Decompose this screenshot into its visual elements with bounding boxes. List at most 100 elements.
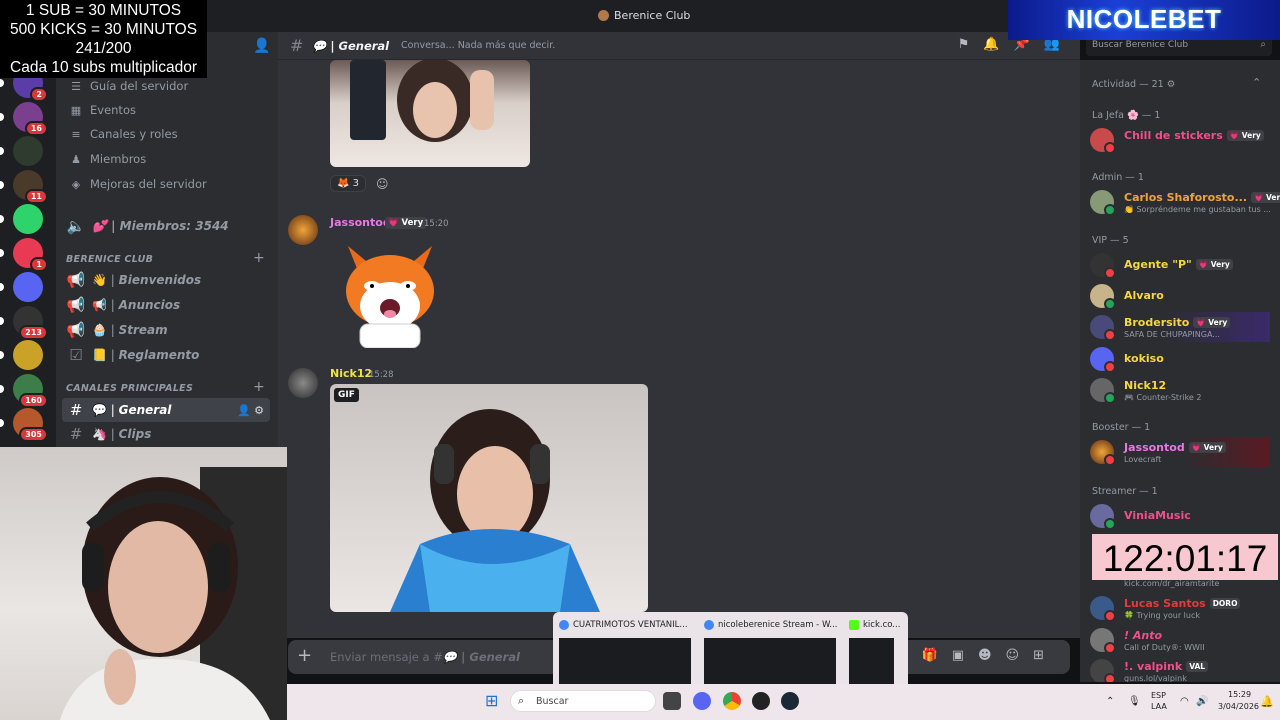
nav-label: Miembros xyxy=(90,152,147,166)
unread-pill xyxy=(0,249,4,257)
message-author[interactable]: Jassontod xyxy=(330,216,391,229)
channel-stream[interactable]: 📢 🧁 | Stream xyxy=(62,318,270,342)
nav-members[interactable]: ♟ Miembros xyxy=(66,147,271,171)
server-icon[interactable] xyxy=(13,340,43,370)
search-icon: ⌕ xyxy=(518,694,525,707)
avatar[interactable] xyxy=(288,368,318,398)
gif-badge: GIF xyxy=(334,388,359,402)
unread-pill xyxy=(0,113,4,121)
server-icon[interactable] xyxy=(13,204,43,234)
clock-time[interactable]: 15:29 xyxy=(1228,690,1251,699)
microphone-icon[interactable]: 🎙 xyxy=(1128,696,1141,707)
avatar xyxy=(1090,253,1116,279)
member-item[interactable]: Jassontod 💗 Very Lovecraft xyxy=(1090,437,1270,467)
avatar xyxy=(1090,659,1116,682)
thumbnail-window[interactable]: CUATRIMOTOS VENTANIL... xyxy=(553,612,698,686)
channel-members-count[interactable]: 🔈 💕 | Miembros: 3544 xyxy=(62,214,270,238)
activity-header[interactable]: Actividad — 21 ⚙ xyxy=(1092,79,1175,90)
file-explorer-icon[interactable] xyxy=(663,692,681,710)
composer-placeholder: Enviar mensaje a #💬 | General xyxy=(330,650,520,664)
nav-server-boost[interactable]: ◈ Mejoras del servidor xyxy=(66,172,271,196)
unread-pill xyxy=(0,147,4,155)
member-item[interactable]: Carlos Shaforosto...💗 Very 👏 Sorpréndeme… xyxy=(1090,187,1280,217)
member-name: ViniaMusic xyxy=(1124,509,1191,522)
hash-icon: # xyxy=(69,425,83,443)
member-item[interactable]: Agente "P" 💗 Very xyxy=(1090,250,1270,280)
search-icon: ⌕ xyxy=(1260,39,1266,50)
unread-badge: 16 xyxy=(24,121,48,136)
server-icon[interactable]: 16 xyxy=(13,102,48,136)
nav-events[interactable]: ▦ Eventos xyxy=(66,98,271,122)
avatar[interactable] xyxy=(288,215,318,245)
cat-sticker[interactable] xyxy=(342,236,438,348)
thumbnail-preview xyxy=(559,638,691,684)
clock-date[interactable]: 3/04/2026 xyxy=(1218,702,1259,711)
chrome-icon[interactable] xyxy=(723,692,741,710)
timer-text: 122:01:17 xyxy=(1102,538,1268,579)
message-image[interactable] xyxy=(330,60,530,167)
channel-anuncios[interactable]: 📢 📢 | Anuncios xyxy=(62,293,270,317)
channel-topic[interactable]: Conversa... Nada más que decir. xyxy=(401,40,555,51)
unread-badge: 11 xyxy=(24,189,48,204)
add-member-icon[interactable]: 👤 xyxy=(253,38,270,54)
add-channel-icon[interactable]: + xyxy=(253,379,265,395)
member-item[interactable]: ViniaMusic xyxy=(1090,501,1270,531)
member-item[interactable]: ! Anto Call of Duty®: WWII xyxy=(1090,625,1270,655)
add-channel-icon[interactable]: + xyxy=(253,250,265,266)
language-variant[interactable]: LAA xyxy=(1151,702,1167,711)
group-title: La Jefa 🌸 — 1 xyxy=(1092,110,1161,121)
chevron-up-icon[interactable]: ⌃ xyxy=(1252,76,1261,89)
add-attachment-icon[interactable]: + xyxy=(297,645,312,666)
member-name: Nick12 xyxy=(1124,379,1167,392)
member-item[interactable]: kokiso xyxy=(1090,344,1270,374)
server-icon[interactable]: 11 xyxy=(13,170,48,204)
subathon-timer: 122:01:17 xyxy=(1092,534,1278,580)
wifi-icon[interactable]: ◠ xyxy=(1180,696,1189,707)
member-item[interactable]: Lucas Santos DORO 🍀 Trying your luck xyxy=(1090,593,1270,623)
steam-icon[interactable] xyxy=(781,692,799,710)
server-icon[interactable] xyxy=(13,272,43,302)
overlay-line: 1 SUB = 30 MINUTOS xyxy=(25,2,182,19)
channel-bienvenidos[interactable]: 📢 👋 | Bienvenidos xyxy=(62,268,270,292)
server-icon[interactable]: 160 xyxy=(13,374,48,408)
category-canales-principales[interactable]: CANALES PRINCIPALES xyxy=(66,383,193,394)
message-author[interactable]: Nick12 xyxy=(330,367,372,380)
avatar xyxy=(1090,190,1116,216)
obs-icon[interactable] xyxy=(752,692,770,710)
channel-settings-icon[interactable]: 👤 ⚙ xyxy=(237,404,264,417)
thumbnail-window[interactable]: nicoleberenice Stream - W... xyxy=(698,612,843,686)
member-item[interactable]: Brodersito 💗 Very SAFA DE CHUPAPINGA... xyxy=(1090,312,1270,342)
server-icon[interactable] xyxy=(13,136,43,166)
member-item[interactable]: Chill de stickers 💗 Very xyxy=(1090,125,1270,155)
kick-icon xyxy=(849,620,859,630)
member-item[interactable]: Alvaro xyxy=(1090,281,1270,311)
channel-reglamento[interactable]: ☑ 📒 | Reglamento xyxy=(62,343,270,367)
volume-icon[interactable]: 🔊 xyxy=(1196,696,1208,707)
channel-clips[interactable]: # 🦄 | Clips xyxy=(62,422,270,446)
gif-attachment[interactable]: GIF xyxy=(330,384,648,612)
windows-start-icon[interactable]: ⊞ xyxy=(485,691,498,710)
system-tray: ⌃ 🎙 ESP LAA ◠ 🔊 15:29 3/04/2026 🔔 xyxy=(1100,688,1280,718)
add-reaction-icon[interactable]: ☺ xyxy=(376,177,389,191)
server-icon[interactable]: 1 xyxy=(13,238,48,272)
server-icon[interactable]: 213 xyxy=(13,306,48,340)
unread-badge: 213 xyxy=(19,325,48,340)
role-tag: DORO xyxy=(1209,598,1241,609)
composer-tools-icons[interactable]: 🎁▣☻☺⊞ xyxy=(922,648,1058,663)
notification-bell-icon[interactable]: 🔔 xyxy=(1260,695,1274,708)
member-item[interactable]: Nick12 🎮 Counter-Strike 2 xyxy=(1090,375,1270,405)
reaction-chip[interactable]: 🦊 3 xyxy=(330,175,367,192)
channel-label: 💕 | Miembros: 3544 xyxy=(92,219,229,233)
nav-channels-roles[interactable]: ≡ Canales y roles xyxy=(66,122,271,146)
taskbar-search[interactable]: ⌕ Buscar xyxy=(510,690,656,712)
discord-icon[interactable] xyxy=(693,692,711,710)
chevron-up-icon[interactable]: ⌃ xyxy=(1106,696,1114,707)
language-code[interactable]: ESP xyxy=(1151,691,1166,700)
thumbnail-window[interactable]: kick.co... xyxy=(843,612,908,686)
members-icon: ♟ xyxy=(71,152,81,166)
member-item[interactable]: !. valpink VAL guns.lol/valpink xyxy=(1090,656,1270,682)
category-berenice-club[interactable]: BERENICE CLUB xyxy=(66,254,153,265)
server-icon[interactable]: 305 xyxy=(13,408,48,442)
channel-general[interactable]: # 💬 | General 👤 ⚙ xyxy=(62,398,270,422)
avatar xyxy=(1090,628,1116,654)
